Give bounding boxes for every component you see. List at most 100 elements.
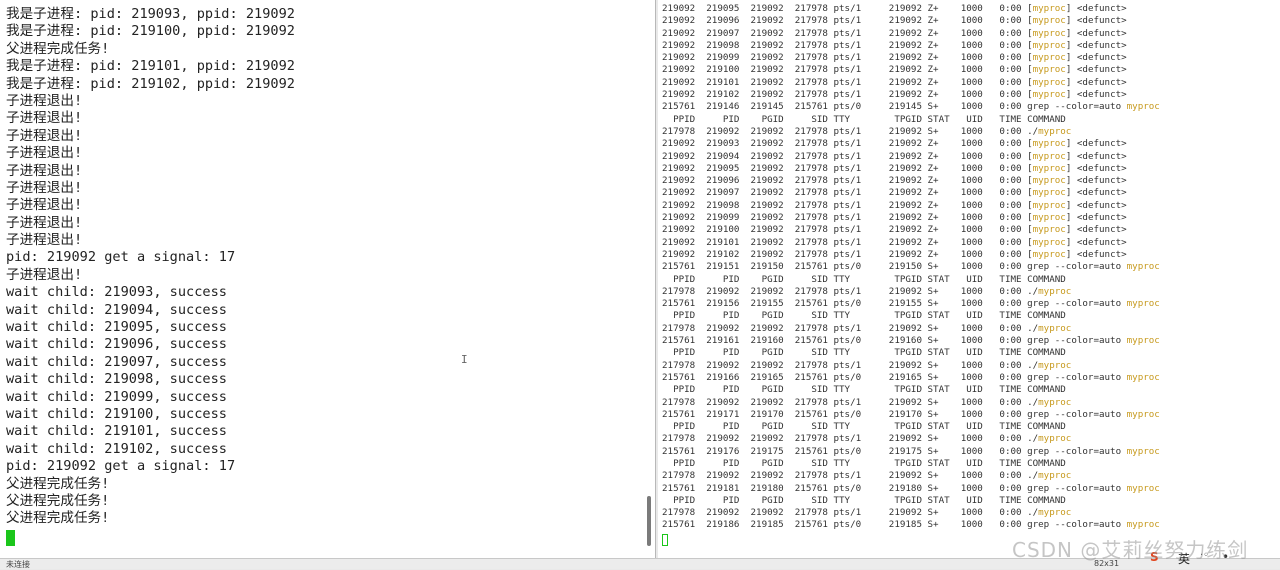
ps-output-row: 219092 219096 219092 217978 pts/1 219092…: [662, 175, 1160, 187]
terminal-line: wait child: 219094, success: [6, 301, 227, 318]
row-text: PPID PID PGID SID TTY TPGID STAT UID TIM…: [662, 310, 1066, 322]
highlighted-match: myproc: [1032, 224, 1066, 236]
highlighted-match: myproc: [1038, 433, 1072, 445]
highlighted-match: myproc: [1126, 482, 1160, 494]
row-text: 219092 219102 219092 217978 pts/1 219092…: [662, 89, 1033, 101]
terminal-line: 子进程退出!: [6, 197, 83, 214]
ps-output-row: 215761 219151 219150 215761 pts/0 219150…: [662, 261, 1160, 273]
row-text: 219092 219097 219092 217978 pts/1 219092…: [662, 27, 1033, 39]
terminal-line: 子进程退出!: [6, 266, 83, 283]
row-text: ] <defunct>: [1065, 175, 1127, 187]
ps-output-row: 217978 219092 219092 217978 pts/1 219092…: [662, 126, 1160, 138]
row-text: 219092 219100 219092 217978 pts/1 219092…: [662, 64, 1033, 76]
row-text: ] <defunct>: [1065, 236, 1127, 248]
terminal-line: 子进程退出!: [6, 232, 83, 249]
ps-output-row: 215761 219166 219165 215761 pts/0 219165…: [662, 372, 1160, 384]
highlighted-match: myproc: [1038, 507, 1072, 519]
row-text: ] <defunct>: [1065, 39, 1127, 51]
row-text: 217978 219092 219092 217978 pts/1 219092…: [662, 359, 1039, 371]
ps-output-row: PPID PID PGID SID TTY TPGID STAT UID TIM…: [662, 458, 1160, 470]
ps-output-row: 215761 219171 219170 215761 pts/0 219170…: [662, 409, 1160, 421]
terminal-line: 子进程退出!: [6, 162, 83, 179]
terminal-line: 子进程退出!: [6, 145, 83, 162]
terminal-line: pid: 219092 get a signal: 17: [6, 249, 236, 266]
row-text: 215761 219181 219180 215761 pts/0 219180…: [662, 482, 1127, 494]
highlighted-match: myproc: [1126, 261, 1160, 273]
highlighted-match: myproc: [1032, 64, 1066, 76]
left-terminal-pane[interactable]: 我是子进程: pid: 219093, ppid: 219092 我是子进程: p…: [0, 0, 656, 558]
highlighted-match: myproc: [1032, 248, 1066, 260]
row-text: ] <defunct>: [1065, 89, 1127, 101]
highlighted-match: myproc: [1032, 162, 1066, 174]
row-text: ] <defunct>: [1065, 199, 1127, 211]
ps-output-row: 219092 219101 219092 217978 pts/1 219092…: [662, 77, 1160, 89]
ps-output-row: 215761 219186 219185 215761 pts/0 219185…: [662, 519, 1160, 531]
terminal-line: wait child: 219098, success: [6, 371, 227, 388]
scrollbar-thumb[interactable]: [647, 496, 651, 546]
row-text: 217978 219092 219092 217978 pts/1 219092…: [662, 285, 1039, 297]
ps-output-row: 219092 219099 219092 217978 pts/1 219092…: [662, 52, 1160, 64]
row-text: ] <defunct>: [1065, 3, 1127, 14]
row-text: PPID PID PGID SID TTY TPGID STAT UID TIM…: [662, 494, 1066, 506]
row-text: 215761 219171 219170 215761 pts/0 219170…: [662, 408, 1127, 420]
highlighted-match: myproc: [1126, 298, 1160, 310]
row-text: 217978 219092 219092 217978 pts/1 219092…: [662, 470, 1039, 482]
ps-output-row: PPID PID PGID SID TTY TPGID STAT UID TIM…: [662, 495, 1160, 507]
ps-output-row: 215761 219161 219160 215761 pts/0 219160…: [662, 335, 1160, 347]
highlighted-match: myproc: [1038, 396, 1072, 408]
row-text: 219092 219097 219092 217978 pts/1 219092…: [662, 187, 1033, 199]
terminal-line: 我是子进程: pid: 219101, ppid: 219092: [6, 58, 295, 75]
row-text: ] <defunct>: [1065, 52, 1127, 64]
row-text: 219092 219099 219092 217978 pts/1 219092…: [662, 52, 1033, 64]
row-text: 219092 219095 219092 217978 pts/1 219092…: [662, 3, 1033, 14]
terminal-line: 子进程退出!: [6, 179, 83, 196]
left-terminal-output: 我是子进程: pid: 219093, ppid: 219092 我是子进程: p…: [6, 6, 295, 528]
highlighted-match: myproc: [1126, 101, 1160, 113]
highlighted-match: myproc: [1032, 76, 1066, 88]
highlighted-match: myproc: [1032, 212, 1066, 224]
ps-output-row: PPID PID PGID SID TTY TPGID STAT UID TIM…: [662, 310, 1160, 322]
row-text: ] <defunct>: [1065, 138, 1127, 150]
ps-output-row: 217978 219092 219092 217978 pts/1 219092…: [662, 470, 1160, 482]
ps-output-row: 217978 219092 219092 217978 pts/1 219092…: [662, 397, 1160, 409]
row-text: 217978 219092 219092 217978 pts/1 219092…: [662, 433, 1039, 445]
ps-output-row: PPID PID PGID SID TTY TPGID STAT UID TIM…: [662, 274, 1160, 286]
terminal-line: pid: 219092 get a signal: 17: [6, 458, 236, 475]
terminal-line: 我是子进程: pid: 219093, ppid: 219092: [6, 6, 295, 22]
ps-output-row: PPID PID PGID SID TTY TPGID STAT UID TIM…: [662, 347, 1160, 359]
row-text: PPID PID PGID SID TTY TPGID STAT UID TIM…: [662, 421, 1066, 433]
terminal-line: wait child: 219096, success: [6, 336, 227, 353]
highlighted-match: myproc: [1126, 408, 1160, 420]
row-text: ] <defunct>: [1065, 76, 1127, 88]
highlighted-match: myproc: [1032, 236, 1066, 248]
ps-output-row: 215761 219146 219145 215761 pts/0 219145…: [662, 101, 1160, 113]
row-text: PPID PID PGID SID TTY TPGID STAT UID TIM…: [662, 347, 1066, 359]
row-text: 217978 219092 219092 217978 pts/1 219092…: [662, 396, 1039, 408]
row-text: ] <defunct>: [1065, 212, 1127, 224]
highlighted-match: myproc: [1032, 89, 1066, 101]
terminal-line: wait child: 219102, success: [6, 440, 227, 457]
ps-output-row: 217978 219092 219092 217978 pts/1 219092…: [662, 360, 1160, 372]
row-text: 215761 219151 219150 215761 pts/0 219150…: [662, 261, 1127, 273]
row-text: PPID PID PGID SID TTY TPGID STAT UID TIM…: [662, 273, 1066, 285]
row-text: 215761 219176 219175 215761 pts/0 219175…: [662, 445, 1127, 457]
ps-output-row: 215761 219156 219155 215761 pts/0 219155…: [662, 298, 1160, 310]
row-text: 215761 219156 219155 215761 pts/0 219155…: [662, 298, 1127, 310]
highlighted-match: myproc: [1032, 27, 1066, 39]
ps-output-row: 219092 219098 219092 217978 pts/1 219092…: [662, 40, 1160, 52]
row-text: ] <defunct>: [1065, 15, 1127, 27]
highlighted-match: myproc: [1126, 519, 1160, 531]
ps-output-row: 217978 219092 219092 217978 pts/1 219092…: [662, 507, 1160, 519]
ps-output-row: 219092 219095 219092 217978 pts/1 219092…: [662, 3, 1160, 15]
csdn-watermark: CSDN @艾莉丝努力练剑: [1012, 538, 1249, 562]
ps-output-row: 219092 219102 219092 217978 pts/1 219092…: [662, 89, 1160, 101]
terminal-line: 父进程完成任务!: [6, 475, 110, 492]
highlighted-match: myproc: [1032, 199, 1066, 211]
right-terminal-cursor: [662, 534, 668, 546]
ps-output-row: 217978 219092 219092 217978 pts/1 219092…: [662, 323, 1160, 335]
terminal-line: wait child: 219095, success: [6, 319, 227, 336]
row-text: 219092 219095 219092 217978 pts/1 219092…: [662, 162, 1033, 174]
right-terminal-pane[interactable]: 219092 219095 219092 217978 pts/1 219092…: [658, 0, 1280, 558]
ps-output-row: PPID PID PGID SID TTY TPGID STAT UID TIM…: [662, 421, 1160, 433]
terminal-line: 子进程退出!: [6, 92, 83, 109]
